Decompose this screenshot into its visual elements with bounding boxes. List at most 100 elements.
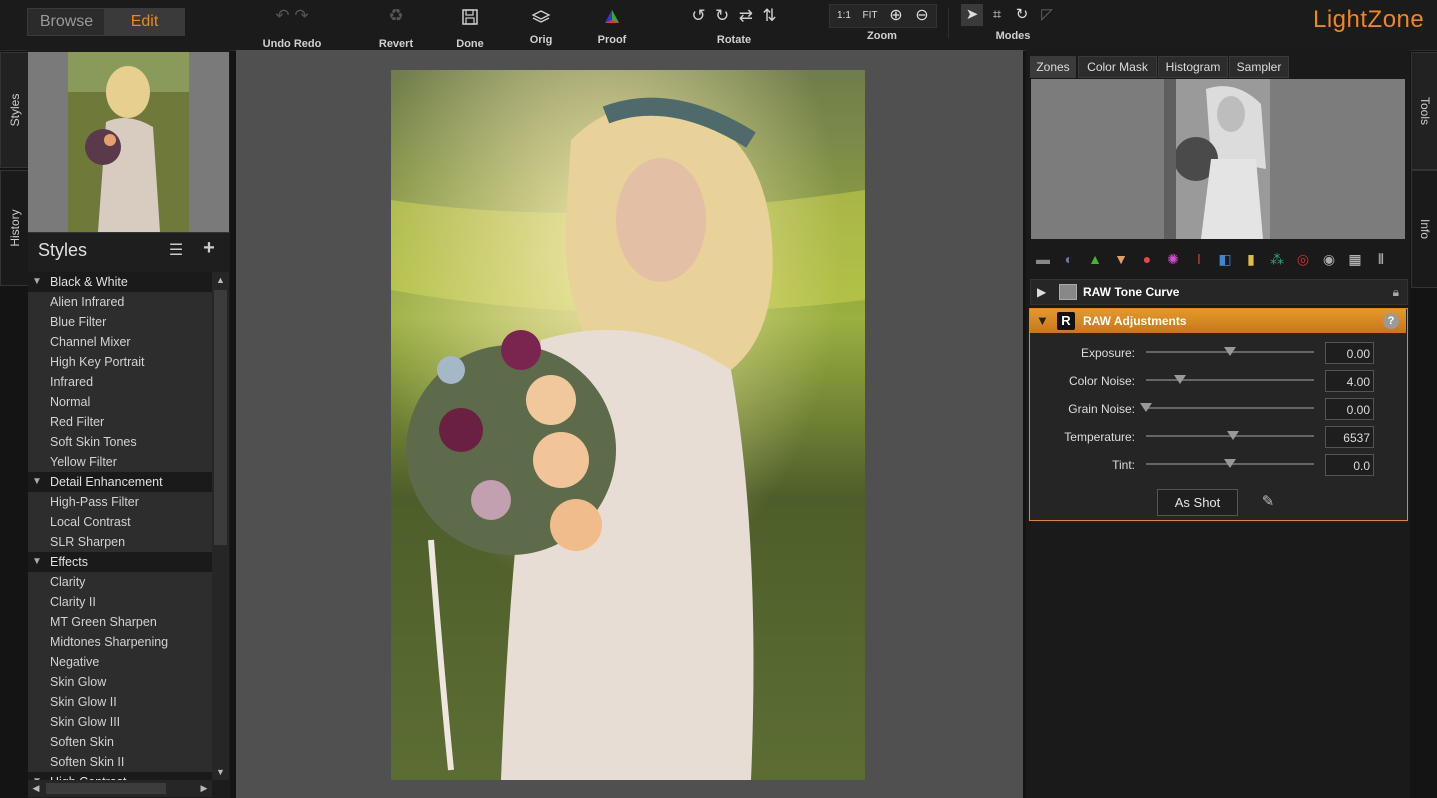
style-item[interactable]: High-Pass Filter [28,492,212,512]
style-item[interactable]: Soft Skin Tones [28,432,212,452]
slider-track[interactable] [1146,379,1314,381]
rotate-right-icon[interactable]: ↻ [715,6,729,25]
style-category[interactable]: ▼ Effects [28,552,212,572]
style-item[interactable]: Local Contrast [28,512,212,532]
hscroll-thumb[interactable] [46,783,166,794]
slider-value-field[interactable]: 6537 [1325,426,1374,448]
style-item[interactable]: Red Filter [28,412,212,432]
category-collapse-icon[interactable]: ▼ [32,552,42,572]
redeye-icon[interactable]: ◎ [1292,248,1314,270]
eye-icon[interactable]: ◉ [1318,248,1340,270]
style-item[interactable]: Negative [28,652,212,672]
arrow-cursor-icon[interactable]: ➤ [961,4,983,26]
style-item[interactable]: Soften Skin II [28,752,212,772]
zoom-1to1-button[interactable]: 1:1 [832,5,856,27]
slider-value-field[interactable]: 0.0 [1325,454,1374,476]
edited-photo[interactable] [391,70,865,780]
tab-color-mask[interactable]: Color Mask [1078,56,1157,78]
style-item[interactable]: SLR Sharpen [28,532,212,552]
orig-button[interactable]: Orig [520,4,562,50]
styles-side-tab[interactable]: Styles [0,52,29,168]
style-item[interactable]: Soften Skin [28,732,212,752]
browse-tab[interactable]: Browse [27,8,106,36]
history-side-tab[interactable]: History [0,170,29,286]
noise-reduction-icon[interactable]: ▮ [1240,248,1262,270]
style-category[interactable]: ▼ High Contrast [28,772,212,780]
category-collapse-icon[interactable]: ▼ [32,472,42,492]
slider-value-field[interactable]: 0.00 [1325,342,1374,364]
done-button[interactable]: Done [448,4,492,50]
collapse-arrow-icon[interactable]: ▼ [1036,309,1049,333]
raw-adjustments-header[interactable]: ▼ R RAW Adjustments ? [1030,309,1406,333]
slider-knob[interactable] [1227,431,1239,440]
relight-icon[interactable]: ◐ [1058,248,1080,270]
style-item[interactable]: MT Green Sharpen [28,612,212,632]
style-item[interactable]: Clarity II [28,592,212,612]
slider-knob[interactable] [1140,403,1152,412]
style-item[interactable]: Clarity [28,572,212,592]
add-style-icon[interactable]: + [199,237,219,259]
sharpen-icon[interactable]: ▲ [1084,248,1106,270]
tab-sampler[interactable]: Sampler [1229,56,1289,78]
list-options-icon[interactable]: ☰ [166,240,186,259]
tools-side-tab[interactable]: Tools [1411,52,1437,170]
slider-knob[interactable] [1224,347,1236,356]
white-balance-icon[interactable]: ǀ [1188,248,1210,270]
style-item[interactable]: Yellow Filter [28,452,212,472]
help-icon[interactable]: ? [1383,313,1399,329]
scroll-right-icon[interactable]: ▶ [196,780,212,797]
zoom-out-icon[interactable]: ⊖ [910,5,934,27]
clone-icon[interactable]: ⁂ [1266,248,1288,270]
blur-icon[interactable]: ▼ [1110,248,1132,270]
style-item[interactable]: Blue Filter [28,312,212,332]
styles-horizontal-scrollbar[interactable]: ◀ ▶ [28,780,212,797]
flip-vertical-icon[interactable]: ⇅ [762,6,776,25]
crop-icon[interactable]: ⌗ [986,4,1008,26]
flip-horizontal-icon[interactable]: ⇄ [739,6,753,25]
raw-tone-curve-tool[interactable]: ▶ RAW Tone Curve 🔒︎ [1030,279,1408,305]
slider-track[interactable] [1146,407,1314,409]
proof-button[interactable]: Proof [590,4,634,50]
slider-value-field[interactable]: 0.00 [1325,398,1374,420]
hue-saturation-icon[interactable]: ● [1136,248,1158,270]
scroll-down-icon[interactable]: ▼ [212,764,229,780]
rotate-mode-icon[interactable]: ↻ [1011,4,1033,26]
redo-icon[interactable]: ↷ [294,6,308,25]
scroll-left-icon[interactable]: ◀ [28,780,44,797]
style-item[interactable]: Normal [28,392,212,412]
slider-knob[interactable] [1224,459,1236,468]
style-item[interactable]: Channel Mixer [28,332,212,352]
color-balance-icon[interactable]: ✺ [1162,248,1184,270]
scroll-thumb[interactable] [214,290,227,545]
category-collapse-icon[interactable]: ▼ [32,772,42,780]
rotate-left-icon[interactable]: ↺ [691,6,705,25]
edit-tab[interactable]: Edit [104,8,185,36]
style-category[interactable]: ▼ Black & White [28,272,212,292]
expand-arrow-icon[interactable]: ▶ [1037,280,1046,304]
style-item[interactable]: Skin Glow III [28,712,212,732]
tab-histogram[interactable]: Histogram [1158,56,1228,78]
channel-mixer-icon[interactable]: ◧ [1214,248,1236,270]
slider-knob[interactable] [1174,375,1186,384]
lens-icon[interactable]: ⦀ [1370,248,1392,270]
category-collapse-icon[interactable]: ▼ [32,272,42,292]
slider-value-field[interactable]: 4.00 [1325,370,1374,392]
revert-button[interactable]: ♻ Revert [372,4,420,50]
as-shot-button[interactable]: As Shot [1157,489,1238,516]
style-item[interactable]: Skin Glow [28,672,212,692]
scroll-up-icon[interactable]: ▲ [212,272,229,288]
style-category[interactable]: ▼ Detail Enhancement [28,472,212,492]
undo-icon[interactable]: ↶ [275,6,289,25]
eyedropper-icon[interactable]: ✎ [1258,492,1278,512]
lock-icon[interactable]: 🔒︎ [1393,280,1399,304]
region-icon[interactable]: ◸ [1036,4,1058,26]
zones-preview[interactable] [1031,79,1405,239]
style-item[interactable]: Skin Glow II [28,692,212,712]
gradient-icon[interactable]: ▬ [1032,248,1054,270]
style-item[interactable]: Infrared [28,372,212,392]
zoom-fit-button[interactable]: FIT [858,5,882,27]
tab-zones[interactable]: Zones [1030,56,1076,78]
zoom-in-icon[interactable]: ⊕ [884,5,908,27]
style-item[interactable]: Alien Infrared [28,292,212,312]
film-icon[interactable]: ▦ [1344,248,1366,270]
